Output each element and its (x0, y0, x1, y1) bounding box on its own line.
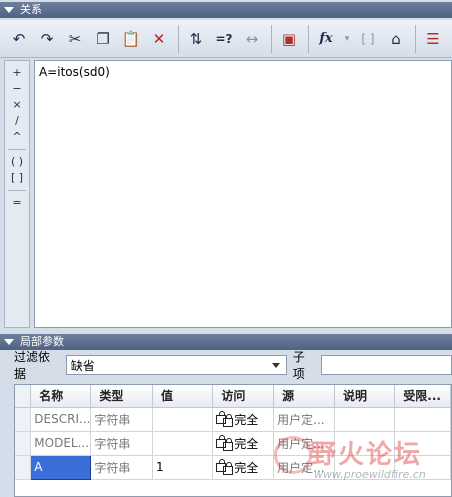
row-grip[interactable] (15, 455, 32, 480)
local-params-panel-header[interactable]: 局部参数 (0, 334, 452, 350)
lock-icon (223, 413, 234, 427)
table-row[interactable]: A 字符串 1 完全 用户定... (15, 454, 451, 480)
column-header-value[interactable]: 值 (152, 385, 214, 408)
column-header-access[interactable]: 访问 (212, 385, 275, 408)
evaluate-icon[interactable]: =? (211, 26, 237, 52)
cut-icon[interactable]: ✂ (62, 26, 88, 52)
filter-label: 过滤依据 (14, 350, 51, 381)
collapse-triangle-icon[interactable] (4, 339, 14, 345)
operator-panel: + − × / ^ ( ) [ ] = (4, 60, 30, 328)
column-header-source[interactable]: 源 (273, 385, 335, 408)
cell-name[interactable]: DESCRI... (30, 407, 92, 432)
relations-editor-text: A=itos(sd0) (39, 65, 110, 79)
cell-description[interactable] (334, 431, 396, 456)
access-text: 完全 (234, 436, 259, 451)
row-header-corner (15, 385, 32, 408)
collapse-triangle-icon[interactable] (4, 7, 14, 13)
equals-operator-button[interactable]: = (5, 195, 29, 211)
delete-icon[interactable]: ✕ (146, 26, 172, 52)
show-info-icon[interactable]: ☰ (420, 26, 446, 52)
access-text: 完全 (234, 460, 259, 475)
cell-value[interactable]: 1 (152, 455, 214, 480)
function-dropdown-icon[interactable]: ▾ (341, 26, 353, 52)
toolbar-separator (415, 24, 416, 53)
cell-source[interactable]: 用户定... (273, 455, 335, 480)
table-row[interactable]: DESCRI... 字符串 完全 用户定... (15, 407, 451, 432)
minus-operator-button[interactable]: − (5, 81, 29, 97)
column-header-type[interactable]: 类型 (90, 385, 154, 408)
operator-separator (8, 190, 26, 191)
column-header-description[interactable]: 说明 (334, 385, 396, 408)
cell-value[interactable] (152, 407, 214, 432)
plus-operator-button[interactable]: + (5, 65, 29, 81)
cell-access[interactable]: 完全 (212, 455, 275, 480)
row-grip[interactable] (15, 431, 32, 456)
cell-restricted[interactable] (394, 455, 451, 480)
cell-type[interactable]: 字符串 (90, 407, 154, 432)
relations-toolbar: ↶ ↷ ✂ ❐ 📋 ✕ ⇅ =? ↔ ▣ fx ▾ [ ] ⌂ ☰ (0, 20, 452, 58)
brackets-icon[interactable]: [ ] (355, 26, 381, 52)
column-header-restricted[interactable]: 受限... (394, 385, 451, 408)
copy-icon[interactable]: ❐ (90, 26, 116, 52)
cell-description[interactable] (334, 407, 396, 432)
parameter-icon[interactable]: ⌂ (383, 26, 409, 52)
redo-icon[interactable]: ↷ (34, 26, 60, 52)
sub-item-label: 子项 (292, 350, 305, 381)
multiply-operator-button[interactable]: × (5, 97, 29, 113)
operator-separator (8, 149, 26, 150)
measure-icon[interactable]: ↔ (239, 26, 265, 52)
chevron-down-icon (271, 362, 280, 368)
cell-source[interactable]: 用户定... (273, 407, 335, 432)
sub-item-field[interactable] (320, 355, 452, 375)
cell-source[interactable]: 用户定... (273, 431, 335, 456)
filter-row: 过滤依据 缺省 子项 (0, 350, 452, 381)
toolbar-separator (271, 24, 272, 53)
relations-editor[interactable]: A=itos(sd0) (34, 60, 452, 328)
parameters-table: 名称 类型 值 访问 源 说明 受限... DESCRI... 字符串 完全 用… (14, 384, 452, 497)
toolbar-separator (178, 24, 179, 53)
divide-operator-button[interactable]: / (5, 113, 29, 129)
lock-icon (223, 437, 234, 451)
cell-name[interactable]: MODEL... (30, 431, 92, 456)
cell-restricted[interactable] (394, 431, 451, 456)
relations-panel-title: 关系 (20, 3, 42, 16)
cell-type[interactable]: 字符串 (90, 455, 154, 480)
brackets-operator-button[interactable]: [ ] (5, 170, 29, 186)
sort-relations-icon[interactable]: ⇅ (183, 26, 209, 52)
cell-type[interactable]: 字符串 (90, 431, 154, 456)
cell-access[interactable]: 完全 (212, 407, 275, 432)
filter-select[interactable]: 缺省 (65, 355, 287, 375)
table-row[interactable]: MODEL... 字符串 完全 用户定... (15, 431, 451, 456)
power-operator-button[interactable]: ^ (5, 129, 29, 145)
paste-icon[interactable]: 📋 (118, 26, 144, 52)
function-icon[interactable]: fx (313, 26, 339, 52)
undo-icon[interactable]: ↶ (6, 26, 32, 52)
lock-icon (223, 461, 234, 475)
cell-value[interactable] (152, 431, 214, 456)
verify-relations-icon[interactable]: ▣ (276, 26, 302, 52)
table-header-row: 名称 类型 值 访问 源 说明 受限... (15, 385, 451, 408)
row-grip[interactable] (15, 407, 32, 432)
access-text: 完全 (234, 412, 259, 427)
filter-select-value: 缺省 (70, 358, 95, 373)
parentheses-operator-button[interactable]: ( ) (5, 154, 29, 170)
toolbar-separator (308, 24, 309, 53)
column-header-name[interactable]: 名称 (30, 385, 92, 408)
cell-description[interactable] (334, 455, 396, 480)
relations-panel-header[interactable]: 关系 (0, 2, 452, 18)
cell-restricted[interactable] (394, 407, 451, 432)
cell-access[interactable]: 完全 (212, 431, 275, 456)
cell-name[interactable]: A (30, 454, 92, 480)
